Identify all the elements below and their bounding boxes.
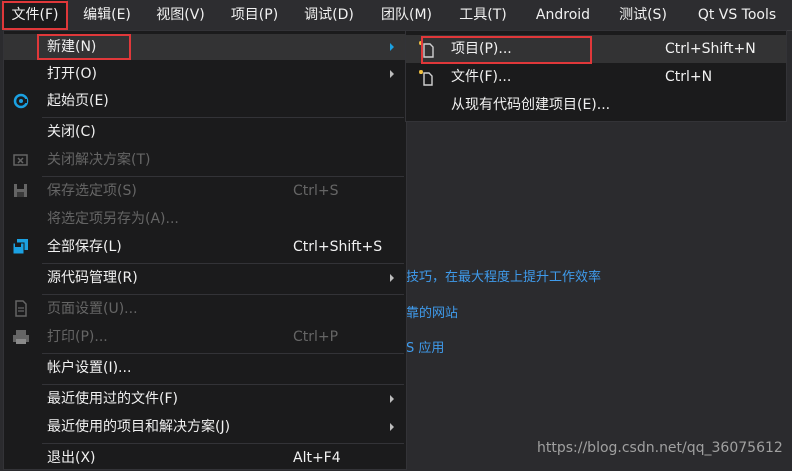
menu-project[interactable]: 项目(P) [222,0,287,30]
new-file-icon [416,67,436,87]
shortcut-text: Ctrl+Shift+N [665,41,756,57]
menu-item-save-selected-as[interactable]: 将选定项另存为(A)... [4,206,406,232]
save-icon [12,182,30,200]
submenu-arrow-icon [390,395,394,403]
menu-separator [42,353,404,354]
menu-separator [42,263,404,264]
shortcut-text: Ctrl+Shift+S [293,239,383,255]
menu-item-save-all[interactable]: 全部保存(L) Ctrl+Shift+S [4,234,406,260]
watermark: https://blog.csdn.net/qq_36075612 [537,440,783,456]
menu-separator [42,117,404,118]
submenu-arrow-icon [390,43,394,51]
submenu-arrow-icon [390,70,394,78]
menu-item-close-label: 关闭(C) [47,124,96,140]
menu-item-exit[interactable]: 退出(X) Alt+F4 [4,445,406,471]
menu-item-account-settings[interactable]: 帐户设置(I)... [4,355,406,381]
menu-item-open[interactable]: 打开(O) [4,61,406,87]
menu-test[interactable]: 测试(S) [610,0,676,30]
menu-item-source-control[interactable]: 源代码管理(R) [4,265,406,291]
shortcut-text: Ctrl+S [293,183,339,199]
menu-qt-vs-tools[interactable]: Qt VS Tools [684,0,790,30]
menu-item-close[interactable]: 关闭(C) [4,119,406,145]
submenu-item-new-project-label: 项目(P)... [451,41,512,57]
menu-item-account-settings-label: 帐户设置(I)... [47,360,132,376]
menu-separator [42,384,404,385]
menu-item-new[interactable]: 新建(N) [4,34,406,60]
start-page-icon [12,92,30,110]
menu-item-start-page-label: 起始页(E) [47,93,109,109]
menu-item-recent-projects-label: 最近使用的项目和解决方案(J) [47,419,231,435]
menu-android[interactable]: Android [525,0,601,30]
submenu-arrow-icon [390,423,394,431]
submenu-item-new-file-label: 文件(F)... [451,69,512,85]
menu-item-page-setup[interactable]: 页面设置(U)... [4,296,406,322]
menu-item-print[interactable]: 打印(P)... Ctrl+P [4,324,406,350]
menu-item-recent-projects[interactable]: 最近使用的项目和解决方案(J) [4,414,406,440]
menu-team[interactable]: 团队(M) [371,0,442,30]
menu-item-page-setup-label: 页面设置(U)... [47,301,138,317]
menu-item-start-page[interactable]: 起始页(E) [4,88,406,114]
menu-separator [42,176,404,177]
menu-edit[interactable]: 编辑(E) [76,0,138,30]
submenu-item-from-existing-code-label: 从现有代码创建项目(E)... [451,97,611,113]
submenu-item-new-file[interactable]: 文件(F)... Ctrl+N [406,63,786,91]
start-page-link-apps[interactable]: S 应用 [406,337,444,356]
start-page-link-tips[interactable]: 技巧，在最大程度上提升工作效率 [406,266,601,285]
print-icon [12,328,30,346]
menu-item-save-selected[interactable]: 保存选定项(S) Ctrl+S [4,178,406,204]
submenu-item-from-existing-code[interactable]: 从现有代码创建项目(E)... [406,91,786,119]
close-solution-icon [12,151,30,169]
shortcut-text: Ctrl+P [293,329,339,345]
menu-item-recent-files-label: 最近使用过的文件(F) [47,391,178,407]
shortcut-text: Ctrl+N [665,69,713,85]
menu-item-save-selected-label: 保存选定项(S) [47,183,137,199]
menu-item-open-label: 打开(O) [47,66,97,82]
submenu-item-new-project[interactable]: 项目(P)... Ctrl+Shift+N [406,35,786,63]
menu-item-print-label: 打印(P)... [47,329,108,345]
save-all-icon [12,238,30,256]
menu-item-recent-files[interactable]: 最近使用过的文件(F) [4,386,406,412]
file-menu-dropdown: 新建(N) 打开(O) 起始页(E) 关闭(C) 关闭解决方案(T) 保存选定项… [3,30,407,470]
menu-tools[interactable]: 工具(T) [451,0,515,30]
shortcut-text: Alt+F4 [293,450,341,466]
menu-file[interactable]: 文件(F) [3,0,67,30]
new-project-icon [416,39,436,59]
page-setup-icon [12,300,30,318]
menu-item-close-solution[interactable]: 关闭解决方案(T) [4,147,406,173]
submenu-arrow-icon [390,274,394,282]
menu-separator [42,294,404,295]
menu-item-source-control-label: 源代码管理(R) [47,270,138,286]
start-page-link-sites[interactable]: 靠的网站 [406,302,458,321]
menu-item-save-selected-as-label: 将选定项另存为(A)... [47,211,179,227]
menu-separator [42,443,404,444]
new-submenu: 项目(P)... Ctrl+Shift+N 文件(F)... Ctrl+N 从现… [405,30,787,122]
menubar: 文件(F) 编辑(E) 视图(V) 项目(P) 调试(D) 团队(M) 工具(T… [0,0,792,30]
menu-item-exit-label: 退出(X) [47,450,96,466]
menu-debug[interactable]: 调试(D) [296,0,362,30]
menu-item-save-all-label: 全部保存(L) [47,239,122,255]
menu-item-close-solution-label: 关闭解决方案(T) [47,152,151,168]
menu-view[interactable]: 视图(V) [148,0,213,30]
menu-item-new-label: 新建(N) [47,39,97,55]
